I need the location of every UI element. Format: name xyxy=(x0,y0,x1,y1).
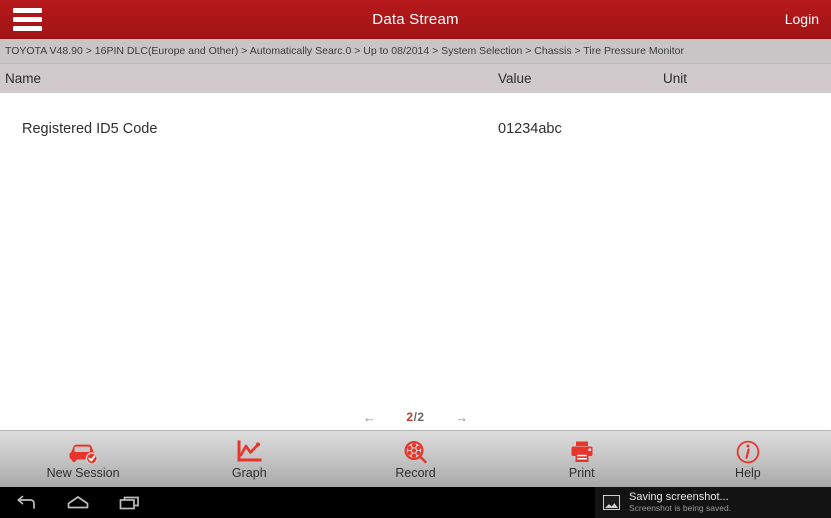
arrow-left-icon[interactable]: ← xyxy=(362,411,376,424)
pagination: ← 2/2 → xyxy=(0,410,831,424)
home-icon[interactable] xyxy=(52,487,104,518)
page-indicator: 2/2 xyxy=(406,410,424,424)
diagnostic-app-window: Data Stream Login TOYOTA V48.90 > 16PIN … xyxy=(0,0,831,518)
table-header-row: Name Value Unit xyxy=(0,64,831,93)
hamburger-bar xyxy=(12,25,42,31)
page-current: 2 xyxy=(406,410,414,424)
film-reel-search-icon xyxy=(403,438,429,464)
recent-apps-icon[interactable] xyxy=(104,487,156,518)
toolbar-button-help[interactable]: Help xyxy=(665,431,831,487)
car-check-icon xyxy=(66,438,100,464)
printer-icon xyxy=(569,438,595,464)
column-header-name: Name xyxy=(5,71,42,86)
title-bar: Data Stream Login xyxy=(0,0,831,39)
bottom-toolbar: New Session Graph Record Print Help xyxy=(0,430,831,487)
toolbar-button-new-session[interactable]: New Session xyxy=(0,431,166,487)
arrow-right-icon[interactable]: → xyxy=(455,411,469,424)
notification-subtitle: Screenshot is being saved. xyxy=(629,502,732,513)
data-stream-list: Registered ID5 Code 01234abc ← 2/2 → xyxy=(0,93,831,430)
hamburger-bar xyxy=(12,16,42,22)
notification-toast[interactable]: Saving screenshot... Screenshot is being… xyxy=(595,487,831,518)
hamburger-menu-icon[interactable] xyxy=(0,0,50,38)
breadcrumb: TOYOTA V48.90 > 16PIN DLC(Europe and Oth… xyxy=(0,39,831,64)
column-header-value: Value xyxy=(498,71,532,86)
column-header-unit: Unit xyxy=(663,71,688,86)
toolbar-label: New Session xyxy=(46,466,120,480)
notification-text: Saving screenshot... Screenshot is being… xyxy=(629,491,731,513)
toolbar-label: Help xyxy=(735,466,761,480)
toolbar-button-record[interactable]: Record xyxy=(332,431,498,487)
table-row[interactable]: Registered ID5 Code 01234abc xyxy=(0,110,831,148)
line-chart-icon xyxy=(236,438,262,464)
android-navigation-bar: Saving screenshot... Screenshot is being… xyxy=(0,487,831,518)
cell-parameter-value: 01234abc xyxy=(498,121,562,137)
image-icon xyxy=(603,495,620,510)
toolbar-label: Graph xyxy=(231,466,267,480)
back-arrow-icon[interactable] xyxy=(0,487,52,518)
login-button[interactable]: Login xyxy=(781,0,823,38)
hamburger-bar xyxy=(12,7,42,13)
page-total: 2 xyxy=(417,410,425,424)
toolbar-button-graph[interactable]: Graph xyxy=(166,431,332,487)
toolbar-button-print[interactable]: Print xyxy=(499,431,665,487)
toolbar-label: Print xyxy=(568,466,595,480)
info-circle-icon xyxy=(735,438,761,464)
page-title: Data Stream xyxy=(372,10,459,28)
toolbar-label: Record xyxy=(395,466,436,480)
cell-parameter-name: Registered ID5 Code xyxy=(22,121,158,137)
